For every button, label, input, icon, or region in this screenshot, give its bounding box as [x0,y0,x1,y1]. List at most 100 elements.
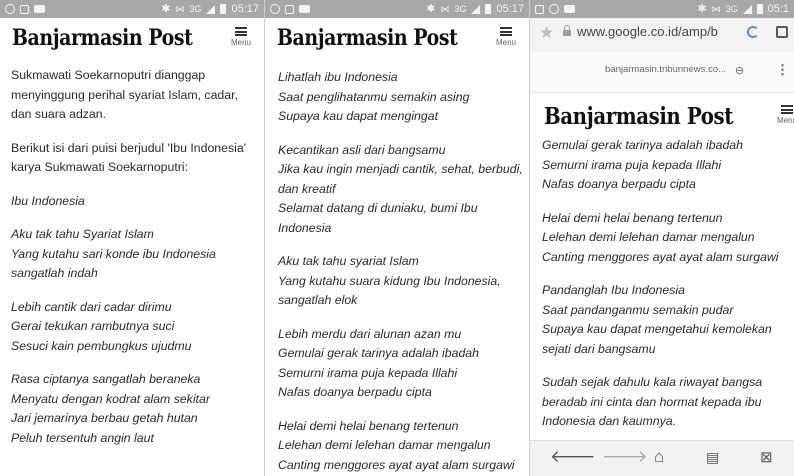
battery-icon [485,4,492,14]
article-paragraph: Pandanglah Ibu Indonesia Saat pandanganmu… [542,281,790,359]
text-line: Helai demi helai benang tertenun [278,418,459,433]
article-paragraph: Lihatlah ibu Indonesia Saat penglihatanmu… [278,68,525,127]
text-line: Indonesia [278,220,332,235]
menu-button[interactable]: Menu [772,105,794,125]
article-paragraph: Lebih merdu dari alunan azan mu Gemulai g… [278,325,525,403]
text-line: Peluh tersentuh angin laut [11,430,154,445]
article-body: Sukmawati Soekarnoputri dianggap menyingg… [11,66,260,462]
text-line: Yang kutahu sari konde ibu Indonesia [11,246,216,261]
image-icon [535,4,544,14]
text-line: Gerai tekukan rambutnya suci [11,319,175,333]
text-line: Rasa ciptanya sangatlah beraneka [11,372,201,386]
text-line: dan suara adzan. [11,107,107,121]
article-paragraph: Sudah sejak dahulu kala riwayat bangsa be… [542,373,790,432]
article-paragraph: Helai demi helai benang tertenun Lelehan … [278,417,525,476]
text-line: Sesuci kain pembungkus ujudmu [11,338,192,353]
mute-icon: ⋈ [711,4,721,14]
menu-button[interactable]: Menu [491,27,521,47]
more-icon[interactable]: ⋮ [776,62,789,78]
status-time: 05:17 [496,3,524,15]
screenshot-panel-2: ✱ ⋈ 3G 05:17 Banjarmasin Post Menu Lihat… [265,0,529,476]
text-line: sangatlah elok [278,293,358,307]
menu-button[interactable]: Menu [226,27,256,47]
text-line: Aku tak tahu Syariat Islam [11,227,154,241]
text-line: Gemulai gerak tarinya adalah ibadah [278,346,479,360]
article-paragraph: Aku tak tahu syariat Islam Yang kutahu su… [278,252,525,311]
text-line: Pandanglah Ibu Indonesia [542,283,685,297]
text-line: Jika kau ingin menjadi cantik, sehat, be… [278,162,523,176]
text-line: Lelehan demi lelehan damar mengalun [542,230,755,244]
network-label: 3G [725,4,738,14]
article-paragraph: Rasa ciptanya sangatlah beraneka Menyatu … [11,370,260,448]
article-paragraph: Helai demi helai benang tertenun Lelehan … [542,209,790,268]
screenshot-panel-1: ✱ ⋈ 3G 05:17 Banjarmasin Post Menu Sukma… [0,0,264,476]
address-bar[interactable]: www.google.co.id/amp/b [577,24,718,39]
article-paragraph: Kecantikan asli dari bangsamu Jika kau in… [278,141,525,239]
screenshot-panel-3: ✱ ⋈ 3G 05:1 ★ www.google.co.id/amp/b ban… [530,0,794,476]
text-line: Kecantikan asli dari bangsamu [278,142,446,157]
battery-icon [756,4,763,14]
whatsapp-icon [270,4,280,14]
article-paragraph: Sukmawati Soekarnoputri dianggap menyingg… [11,66,260,125]
amp-header: banjarmasin.tribunnews.co... ⊖ ⋮ [530,52,794,93]
text-line: Supaya kau dapat mengingat [278,109,438,123]
reader-icon[interactable]: ▤ [706,449,719,466]
text-line: Canting menggores ayat ayat alam surgawi [542,249,779,264]
signal-icon [742,4,752,14]
status-time: 05:17 [231,3,259,15]
tabs-icon[interactable] [776,26,788,38]
bluetooth-icon: ✱ [161,3,171,15]
image-icon [285,4,294,14]
link-icon[interactable]: ⊖ [735,64,744,77]
message-icon [299,5,310,13]
article-paragraph: Gemulai gerak tarinya adalah ibadah Semur… [542,136,790,195]
article-body: Gemulai gerak tarinya adalah ibadah Semur… [542,136,790,446]
text-line: Saat penglihatanmu semakin asing [278,89,470,104]
text-line: Gemulai gerak tarinya adalah ibadah [542,138,743,152]
text-line: Berikut isi dari puisi berjudul 'Ibu Ind… [11,140,247,155]
bookmark-icon[interactable]: ⊠ [760,448,773,466]
network-label: 3G [189,4,202,14]
text-line: Lihatlah ibu Indonesia [278,70,398,84]
text-line: sejati dari bangsamu [542,341,656,356]
text-line: Lebih cantik dari cadar dirimu [11,299,172,314]
battery-icon [220,4,227,14]
site-logo[interactable]: Banjarmasin Post [277,25,458,51]
text-line: dan kreatif [278,181,336,196]
text-line: Canting menggores ayat ayat alam surgawi [278,457,515,472]
amp-source-url[interactable]: banjarmasin.tribunnews.co... [605,64,726,75]
bluetooth-icon: ✱ [426,3,436,15]
text-line: Supaya kau dapat mengetahui kemolekan [542,322,772,336]
back-icon[interactable]: 🡐 [550,447,596,467]
text-line: Menyatu dengan kodrat alam sekitar [11,391,210,406]
text-line: Semurni irama puja kepada Illahi [542,157,722,172]
site-logo[interactable]: Banjarmasin Post [544,103,733,130]
browser-bottom-nav: 🡐 🡒 ⌂ ▤ ⊠ [530,440,794,476]
menu-label: Menu [495,38,516,47]
home-icon[interactable]: ⌂ [654,447,664,467]
hamburger-icon [235,27,247,36]
network-label: 3G [454,4,467,14]
text-line: Nafas doanya berpadu cipta [542,177,696,191]
text-line: beradab ini cinta dan hormat kepada ibu [542,394,762,409]
text-line: Nafas doanya berpadu cipta [278,385,432,399]
text-line: Saat pandanganmu semakin pudar [542,302,734,317]
text-line: menyinggung perihal syariat Islam, cadar… [11,87,238,102]
site-logo[interactable]: Banjarmasin Post [12,25,193,51]
image-icon [20,4,29,14]
article-paragraph: Ibu Indonesia [11,192,260,212]
text-line: Ibu Indonesia [11,193,85,208]
star-icon[interactable]: ★ [539,23,554,43]
text-line: Sudah sejak dahulu kala riwayat bangsa [542,375,763,389]
forward-icon[interactable]: 🡒 [602,447,648,467]
reload-icon[interactable] [747,26,759,38]
hamburger-icon [500,27,512,36]
browser-toolbar: ★ www.google.co.id/amp/b [530,18,794,52]
text-line: Helai demi helai benang tertenun [542,210,723,225]
text-line: Yang kutahu suara kidung Ibu Indonesia, [278,273,501,288]
hamburger-icon [781,105,793,114]
article-paragraph: Berikut isi dari puisi berjudul 'Ibu Ind… [11,139,260,178]
signal-icon [471,4,481,14]
mute-icon: ⋈ [175,4,185,14]
bluetooth-icon: ✱ [697,3,707,15]
